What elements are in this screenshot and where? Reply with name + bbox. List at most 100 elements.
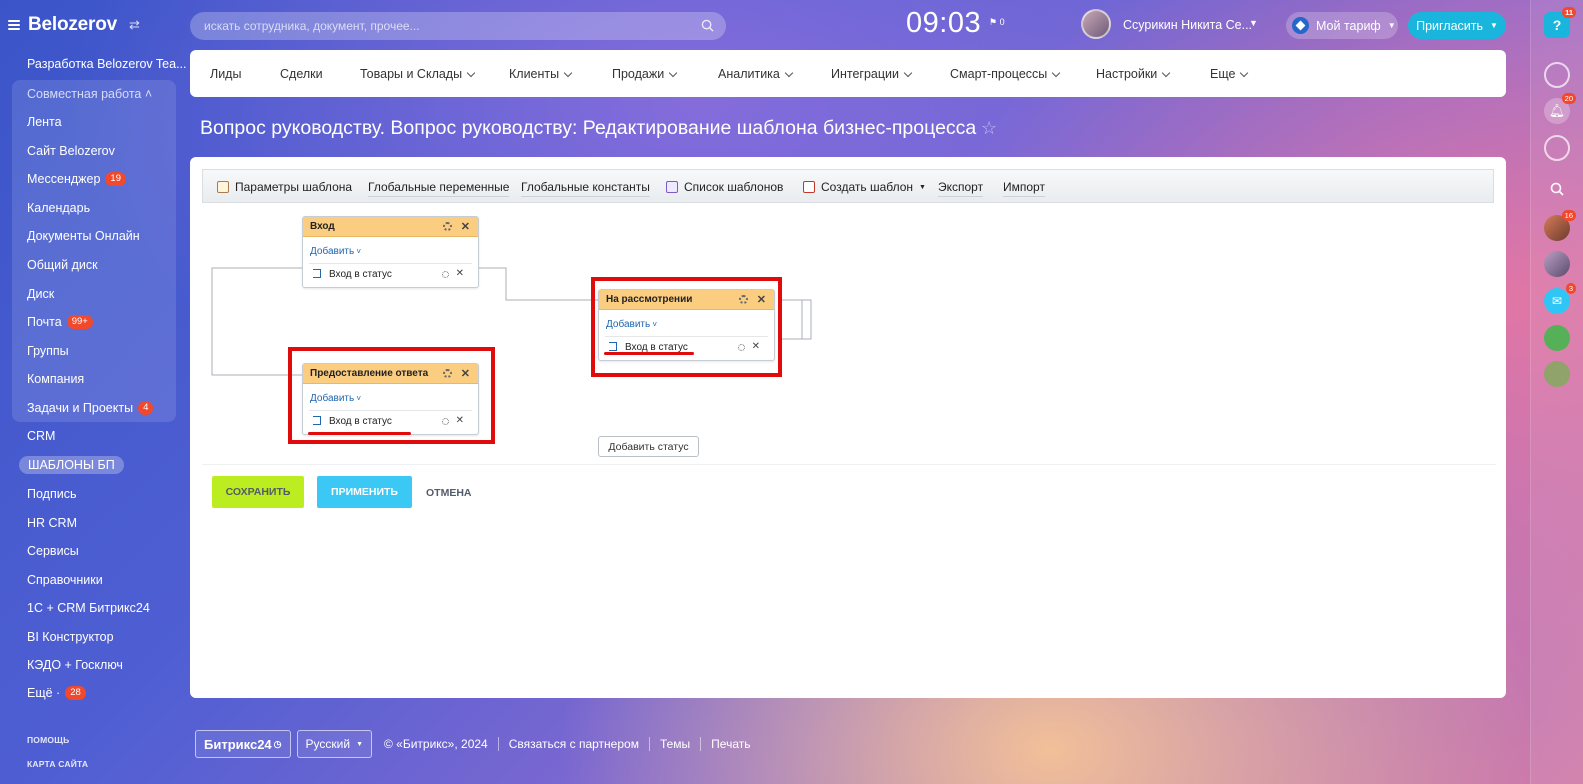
tariff-label: Мой тариф xyxy=(1316,18,1381,33)
menu-item-smart-processes[interactable]: Смарт-процессы xyxy=(950,67,1061,81)
sidebar-item-feed[interactable]: Лента xyxy=(27,115,62,129)
sidebar-item-kedo[interactable]: КЭДО + Госключ xyxy=(27,658,123,672)
footer: Битрикс24 ◷ Русский ▼ © «Битрикс», 2024 Св… xyxy=(195,730,750,758)
chevron-down-icon xyxy=(1240,68,1249,77)
sidebar-item-bi[interactable]: BI Конструктор xyxy=(27,630,114,644)
bell-icon[interactable]: 🔔︎ 20 xyxy=(1544,93,1576,124)
sitemap-link[interactable]: КАРТА САЙТА xyxy=(27,759,88,769)
cancel-button[interactable]: ОТМЕНА xyxy=(426,487,472,499)
sidebar-item-label: Почта xyxy=(27,315,62,329)
menu-item-label: Сделки xyxy=(280,67,323,81)
user-badge: 16 xyxy=(1561,210,1576,221)
sidebar-item-sign[interactable]: Подпись xyxy=(27,487,76,501)
sidebar-item-company[interactable]: Компания xyxy=(27,372,84,386)
search-input[interactable]: искать сотрудника, документ, прочее... xyxy=(190,12,726,40)
sidebar-item-mail[interactable]: Почта 99+ xyxy=(27,315,93,329)
close-icon[interactable]: ✕ xyxy=(461,220,470,233)
flag-icon: ⚑ xyxy=(989,17,998,27)
search-icon[interactable] xyxy=(1544,176,1570,202)
flag-counter[interactable]: ⚑ 0 xyxy=(989,17,1005,28)
sidebar-item-groups[interactable]: Группы xyxy=(27,344,69,358)
menu-item-clients[interactable]: Клиенты xyxy=(509,67,573,81)
chat-icon[interactable]: ✉ 3 xyxy=(1544,283,1576,314)
close-icon[interactable]: ✕ xyxy=(456,268,464,279)
group-icon[interactable] xyxy=(1544,361,1570,387)
menu-item-leads[interactable]: Лиды xyxy=(210,67,241,81)
user-avatar-icon[interactable]: 16 xyxy=(1544,210,1576,241)
add-status-button[interactable]: Добавить статус xyxy=(598,436,699,457)
gear-icon[interactable] xyxy=(442,271,449,278)
highlight-underline xyxy=(308,432,411,435)
connector-line xyxy=(479,267,599,301)
action-row[interactable]: Вход в статус ✕ xyxy=(309,263,472,285)
chat-badge: 3 xyxy=(1565,283,1576,294)
search-icon[interactable] xyxy=(701,19,714,32)
counter-badge: 28 xyxy=(65,686,86,700)
sidebar-header: Belozerov ⇄ xyxy=(8,14,140,36)
star-icon[interactable]: ☆ xyxy=(981,118,997,139)
sidebar-item-services[interactable]: Сервисы xyxy=(27,544,79,558)
help-link[interactable]: ПОМОЩЬ xyxy=(27,735,69,745)
menu-item-sales[interactable]: Продажи xyxy=(612,67,678,81)
partner-link[interactable]: Связаться с партнером xyxy=(509,737,639,751)
apply-button[interactable]: ПРИМЕНИТЬ xyxy=(317,476,412,508)
copyright: © «Битрикс», 2024 xyxy=(384,737,488,751)
sidebar-item-hr-crm[interactable]: HR CRM xyxy=(27,516,77,530)
messages-icon[interactable] xyxy=(1544,135,1570,161)
sidebar-item-calendar[interactable]: Календарь xyxy=(27,201,90,215)
print-link[interactable]: Печать xyxy=(711,737,750,751)
themes-link[interactable]: Темы xyxy=(660,737,690,751)
user-name[interactable]: Ссурикин Никита Се... xyxy=(1123,18,1252,32)
invite-button[interactable]: Пригласить ▼ xyxy=(1408,12,1506,39)
sidebar-item-messenger[interactable]: Мессенджер 19 xyxy=(27,172,126,186)
clock[interactable]: 09:03 xyxy=(906,7,981,40)
sidebar-item-docs[interactable]: Документы Онлайн xyxy=(27,229,140,243)
chevron-down-icon[interactable]: ▼ xyxy=(1249,18,1258,28)
menu-item-analytics[interactable]: Аналитика xyxy=(718,67,794,81)
help-question-icon[interactable]: ? 11 xyxy=(1544,7,1576,38)
gear-icon[interactable] xyxy=(443,222,452,231)
divider xyxy=(700,737,702,751)
swap-icon[interactable]: ⇄ xyxy=(129,17,140,33)
sidebar-item-more[interactable]: Ещё · 28 xyxy=(27,686,86,700)
copilot-icon[interactable] xyxy=(1544,62,1570,88)
menu-item-goods[interactable]: Товары и Склады xyxy=(360,67,476,81)
chevron-down-icon xyxy=(563,68,573,77)
sidebar-item-directories[interactable]: Справочники xyxy=(27,573,103,587)
user-avatar-icon[interactable] xyxy=(1544,251,1570,277)
sidebar-item-tasks[interactable]: Задачи и Проекты 4 xyxy=(27,401,154,415)
sidebar-item-label: Задачи и Проекты xyxy=(27,401,134,415)
state-header[interactable]: Вход ✕ xyxy=(303,217,478,237)
language-select[interactable]: Русский ▼ xyxy=(296,730,372,758)
save-button[interactable]: СОХРАНИТЬ xyxy=(212,476,304,508)
sidebar-item-label: Ещё · xyxy=(27,686,61,700)
sidebar-item-shared-disk[interactable]: Общий диск xyxy=(27,258,98,272)
sidebar-item-disk[interactable]: Диск xyxy=(27,287,54,301)
sidebar-item-label: Сайт Belozerov xyxy=(27,144,115,158)
add-action-link[interactable]: Добавить xyxy=(310,246,478,257)
chevron-down-icon xyxy=(668,68,678,77)
menu-burger-icon[interactable] xyxy=(8,20,20,30)
notes-icon[interactable] xyxy=(1544,325,1570,351)
state-entry[interactable]: Вход ✕ Добавить Вход в статус ✕ xyxy=(302,216,479,288)
highlight-box xyxy=(591,277,782,377)
avatar[interactable] xyxy=(1081,9,1111,39)
sidebar-item-1c[interactable]: 1С + CRM Битрикс24 xyxy=(27,601,150,615)
sidebar-group-collab[interactable]: Совместная работа ˄ xyxy=(27,87,152,101)
sidebar-item-label: Подпись xyxy=(27,487,77,501)
tariff-button[interactable]: Мой тариф ▼ xyxy=(1286,12,1398,39)
menu-item-label: Еще xyxy=(1210,67,1236,81)
sidebar-item-crm[interactable]: CRM xyxy=(27,429,55,443)
bitrix24-logo[interactable]: Битрикс24 ◷ xyxy=(195,730,291,758)
highlight-box xyxy=(288,347,495,444)
sidebar-item-site[interactable]: Сайт Belozerov xyxy=(27,144,115,158)
sidebar-item-label: 1С + CRM Битрикс24 xyxy=(27,601,150,615)
menu-item-more[interactable]: Еще xyxy=(1210,67,1249,81)
portal-logo[interactable]: Belozerov xyxy=(28,14,117,36)
menu-item-settings[interactable]: Настройки xyxy=(1096,67,1171,81)
sidebar-item-team[interactable]: Разработка Belozerov Tea... xyxy=(27,57,187,71)
menu-item-deals[interactable]: Сделки xyxy=(280,67,323,81)
sidebar-item-bp-templates[interactable]: ШАБЛОНЫ БП xyxy=(19,456,124,474)
left-sidebar: Belozerov ⇄ Разработка Belozerov Tea... … xyxy=(0,0,187,784)
menu-item-integrations[interactable]: Интеграции xyxy=(831,67,913,81)
